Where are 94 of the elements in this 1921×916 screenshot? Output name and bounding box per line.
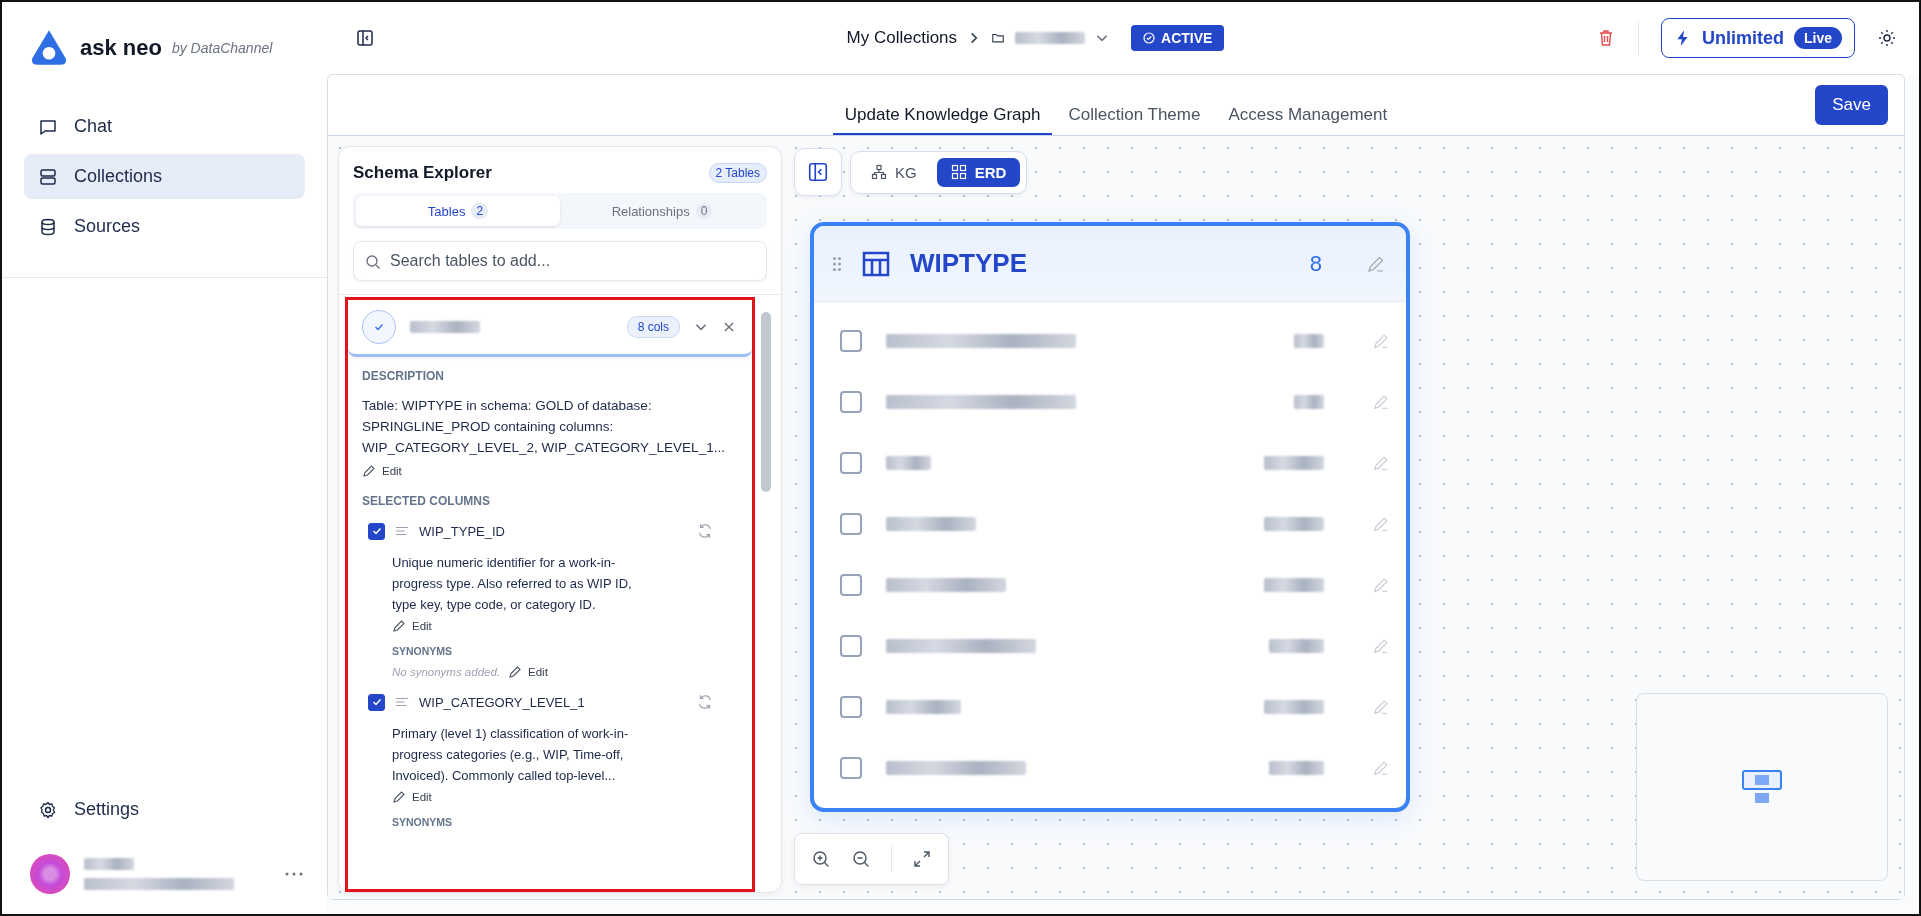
redacted-text <box>1269 760 1324 775</box>
check-circle-icon <box>1143 32 1156 44</box>
nav-item[interactable]: Sources <box>24 204 305 249</box>
zoom-out-icon[interactable] <box>851 849 871 869</box>
collapse-panel-button[interactable] <box>794 148 842 196</box>
pencil-icon <box>362 464 376 478</box>
table-icon <box>862 249 890 278</box>
text-lines-icon <box>395 696 409 708</box>
section-label: DESCRIPTION <box>362 369 445 383</box>
tab[interactable]: Access Management <box>1216 97 1400 135</box>
edit-button[interactable]: Edit <box>392 790 738 804</box>
section-label: SYNONYMS <box>392 816 454 828</box>
live-badge: Live <box>1794 27 1842 49</box>
minimap-nodes-drawing <box>1742 770 1782 804</box>
column-description: Primary (level 1) classification of work-in-progress categories (e.g., WIP, Time-off, Invoiced). Commonly called top-level... <box>392 725 630 785</box>
zoom-in-icon[interactable] <box>811 849 831 869</box>
column-count: 8 <box>1309 250 1322 277</box>
pencil-icon <box>392 619 406 633</box>
minimap[interactable] <box>1636 693 1888 881</box>
column-name: WIP_TYPE_ID <box>419 523 505 539</box>
section-label: SELECTED COLUMNS <box>362 494 491 508</box>
row-checkbox[interactable] <box>840 512 862 535</box>
table-count-badge: 2 Tables <box>708 163 767 183</box>
subtab[interactable]: Relationships 0 <box>560 196 764 226</box>
folder-icon <box>991 31 1006 45</box>
app-name: ask neo <box>80 35 162 61</box>
hierarchy-icon <box>871 164 887 180</box>
column-checkbox[interactable] <box>368 693 385 711</box>
expand-icon[interactable] <box>912 849 932 869</box>
close-icon[interactable] <box>722 320 736 334</box>
view-toggle-option[interactable]: KG <box>857 157 931 187</box>
tab[interactable]: Collection Theme <box>1056 97 1213 135</box>
row-checkbox[interactable] <box>840 329 862 352</box>
empty-synonyms-text: No synonyms added. <box>392 666 501 678</box>
nav-item[interactable]: Collections <box>24 154 305 199</box>
edit-button[interactable]: Edit <box>362 464 738 478</box>
table-node[interactable]: WIPTYPE 8 <box>810 222 1410 812</box>
pencil-icon <box>508 665 523 679</box>
row-checkbox[interactable] <box>840 756 862 779</box>
nav-item[interactable]: Chat <box>24 104 305 149</box>
breadcrumb-link[interactable]: My Collections <box>846 28 958 48</box>
column-count-badge: 8 cols <box>626 316 680 338</box>
redacted-text <box>1294 333 1324 348</box>
check-icon <box>370 525 383 537</box>
redacted-text <box>1294 394 1324 409</box>
server-icon <box>38 166 58 187</box>
panel-title: Schema Explorer <box>353 163 492 183</box>
settings-nav-item[interactable]: Settings <box>24 787 305 832</box>
column-description: Unique numeric identifier for a work-in-progress type. Also referred to as WIP ID, type key, type code, or category ID. <box>392 554 633 614</box>
avatar <box>30 854 70 894</box>
table-description: Table: WIPTYPE in schema: GOLD of database: SPRINGLINE_PROD containing columns: WIP_CATEGORY_LEVEL_2, WIP_CATEGORY_LEVEL_1... <box>362 397 726 457</box>
scrollbar-thumb[interactable] <box>761 312 771 492</box>
drag-handle-icon[interactable] <box>832 255 842 272</box>
section-label: SYNONYMS <box>392 645 454 657</box>
check-icon <box>370 696 383 708</box>
redacted-text <box>1264 699 1324 714</box>
plan-button[interactable]: Unlimited Live <box>1660 18 1855 58</box>
table-name: WIPTYPE <box>910 248 1027 279</box>
redacted-text <box>1015 32 1086 44</box>
edit-button[interactable]: Edit <box>392 619 738 633</box>
redacted-text <box>1269 638 1324 653</box>
sun-icon[interactable] <box>1877 28 1897 48</box>
sidebar-toggle-icon[interactable] <box>355 28 375 48</box>
text-lines-icon <box>395 525 409 537</box>
redacted-text <box>886 455 931 470</box>
row-checkbox[interactable] <box>840 695 862 718</box>
redacted-text <box>1264 516 1324 531</box>
table-checkbox[interactable] <box>362 310 396 344</box>
app-byline: by DataChannel <box>171 40 273 56</box>
row-checkbox[interactable] <box>840 451 862 474</box>
status-badge: ACTIVE <box>1131 25 1225 51</box>
subtab[interactable]: Tables 2 <box>356 196 560 226</box>
save-button[interactable]: Save <box>1815 85 1888 125</box>
more-icon[interactable] <box>285 872 303 876</box>
redacted-text <box>410 321 480 333</box>
redacted-text <box>1264 577 1324 592</box>
column-checkbox[interactable] <box>368 522 385 540</box>
row-checkbox[interactable] <box>840 634 862 657</box>
row-checkbox[interactable] <box>840 390 862 413</box>
check-icon <box>373 321 385 333</box>
pencil-icon <box>392 790 406 804</box>
edit-button[interactable]: Edit <box>508 665 548 679</box>
refresh-icon[interactable] <box>696 522 714 540</box>
refresh-icon[interactable] <box>696 693 714 711</box>
settings-icon <box>38 799 58 820</box>
view-toggle-option[interactable]: ERD <box>936 157 1021 187</box>
sidebar-collapse-icon <box>807 161 829 183</box>
grid-icon <box>950 164 967 180</box>
row-checkbox[interactable] <box>840 573 862 596</box>
redacted-text <box>84 858 134 870</box>
column-name: WIP_CATEGORY_LEVEL_1 <box>419 694 585 710</box>
search-field[interactable]: Search tables to add... <box>353 241 767 281</box>
database-icon <box>38 216 58 237</box>
redacted-text <box>1264 455 1324 470</box>
